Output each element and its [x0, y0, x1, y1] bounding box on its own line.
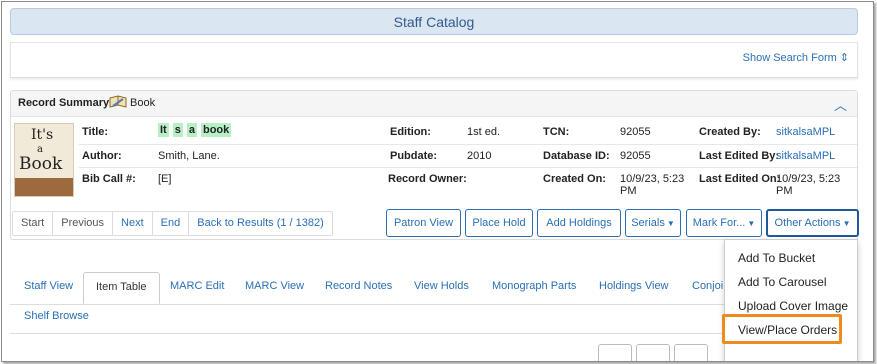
record-row-2: Author: Smith, Lane. Pubdate: 2010 Datab… — [79, 145, 857, 168]
page-title-banner: Staff Catalog — [10, 8, 858, 35]
created-by-link[interactable]: sitkalsaMPL — [776, 126, 835, 138]
show-search-label: Show Search Form — [742, 52, 837, 64]
edited-on-date: 10/9/23, 5:23 — [776, 173, 841, 185]
cover-image[interactable]: It's a Book — [14, 123, 74, 197]
edited-on-label: Last Edited On: — [699, 173, 781, 185]
caret-down-icon: ▼ — [747, 219, 756, 228]
created-on-ampm: PM — [620, 185, 637, 197]
edited-by-label: Last Edited By: — [699, 150, 780, 162]
cover-text-3: Book — [19, 154, 63, 174]
pager-start[interactable]: Start — [13, 212, 54, 235]
back-to-results-link[interactable]: Back to Results (1 / 1382) — [189, 212, 332, 235]
edition-value: 1st ed. — [467, 126, 501, 138]
tab-view-holds[interactable]: View Holds — [406, 272, 477, 304]
record-pager: Start Previous Next End Back to Results … — [12, 211, 333, 236]
menu-item-highlight — [722, 314, 842, 344]
book-icon — [109, 95, 127, 108]
cover-illustration — [15, 178, 73, 196]
title-word: s — [172, 123, 183, 137]
serials-dropdown-button[interactable]: Serials ▼ — [625, 209, 681, 237]
menu-add-to-carousel[interactable]: Add To Carousel — [725, 272, 857, 292]
tab-shelf-browse[interactable]: Shelf Browse — [16, 302, 97, 334]
record-summary-header: Record Summary Book ︿ — [11, 91, 857, 117]
tab-marc-edit[interactable]: MARC Edit — [162, 272, 232, 304]
search-form-panel: Show Search Form ⇕ — [10, 42, 858, 78]
edited-on-value: 10/9/23, 5:23 PM — [776, 173, 840, 197]
created-by-label: Created By: — [699, 126, 761, 138]
format-label: Book — [130, 97, 156, 109]
created-on-value: 10/9/23, 5:23 PM — [620, 173, 684, 197]
title-word: It — [158, 123, 169, 137]
chevron-up-down-icon: ⇕ — [839, 52, 849, 64]
bib-call-label: Bib Call #: — [82, 173, 136, 185]
author-label: Author: — [82, 150, 122, 162]
show-search-form-link[interactable]: Show Search Form ⇕ — [743, 51, 849, 64]
toolbar-button[interactable] — [636, 344, 670, 361]
tab-staff-view[interactable]: Staff View — [16, 272, 81, 304]
pager-previous[interactable]: Previous — [53, 212, 114, 235]
record-owner-label: Record Owner: — [388, 173, 467, 185]
mark-for-label: Mark For... — [692, 217, 746, 229]
menu-add-to-bucket[interactable]: Add To Bucket — [725, 248, 857, 268]
record-row-3: Bib Call #: [E] Record Owner: Created On… — [79, 168, 857, 206]
title-word: a — [186, 123, 197, 137]
database-id-label: Database ID: — [543, 150, 610, 162]
edited-on-ampm: PM — [776, 185, 793, 197]
edition-label: Edition: — [390, 126, 431, 138]
chevron-up-icon[interactable]: ︿ — [834, 95, 847, 114]
other-actions-dropdown-button[interactable]: Other Actions ▼ — [766, 209, 859, 237]
tab-record-notes[interactable]: Record Notes — [317, 272, 400, 304]
tcn-value: 92055 — [620, 126, 651, 138]
created-on-date: 10/9/23, 5:23 — [620, 173, 685, 185]
title-value: It s a book — [158, 123, 235, 137]
tab-monograph-parts[interactable]: Monograph Parts — [484, 272, 584, 304]
patron-view-button[interactable]: Patron View — [386, 209, 461, 237]
pager-end[interactable]: End — [153, 212, 190, 235]
database-id-value: 92055 — [620, 150, 651, 162]
pubdate-label: Pubdate: — [390, 150, 438, 162]
tab-item-table[interactable]: Item Table — [83, 272, 160, 304]
toolbar-button[interactable] — [674, 344, 708, 361]
app-window: Staff Catalog Show Search Form ⇕ Record S… — [1, 1, 874, 362]
edited-by-link[interactable]: sitkalsaMPL — [776, 150, 835, 162]
record-row-1: Title: It s a book Edition: 1st ed. TCN: 92… — [79, 122, 857, 145]
tab-holdings-view[interactable]: Holdings View — [591, 272, 677, 304]
record-summary-title: Record Summary — [18, 97, 110, 109]
other-actions-label: Other Actions — [774, 217, 841, 229]
pubdate-value: 2010 — [467, 150, 492, 162]
cover-text-1: It's — [31, 127, 54, 143]
page-title: Staff Catalog — [393, 14, 475, 30]
toolbar-button[interactable] — [598, 344, 632, 361]
caret-down-icon: ▼ — [666, 219, 675, 228]
menu-upload-cover-image[interactable]: Upload Cover Image — [725, 296, 857, 316]
created-on-label: Created On: — [543, 173, 606, 185]
title-label: Title: — [82, 126, 109, 138]
bib-call-value: [E] — [158, 173, 172, 185]
record-summary-panel: Record Summary Book ︿ It's a Book Title:… — [10, 90, 859, 240]
tcn-label: TCN: — [543, 126, 570, 138]
tab-marc-view[interactable]: MARC View — [237, 272, 312, 304]
caret-down-icon: ▼ — [842, 219, 851, 228]
serials-label: Serials — [631, 217, 665, 229]
place-hold-button[interactable]: Place Hold — [465, 209, 533, 237]
add-holdings-button[interactable]: Add Holdings — [537, 209, 621, 237]
mark-for-dropdown-button[interactable]: Mark For... ▼ — [686, 209, 762, 237]
title-word: book — [200, 123, 232, 137]
author-value[interactable]: Smith, Lane. — [158, 150, 220, 162]
pager-next[interactable]: Next — [113, 212, 153, 235]
